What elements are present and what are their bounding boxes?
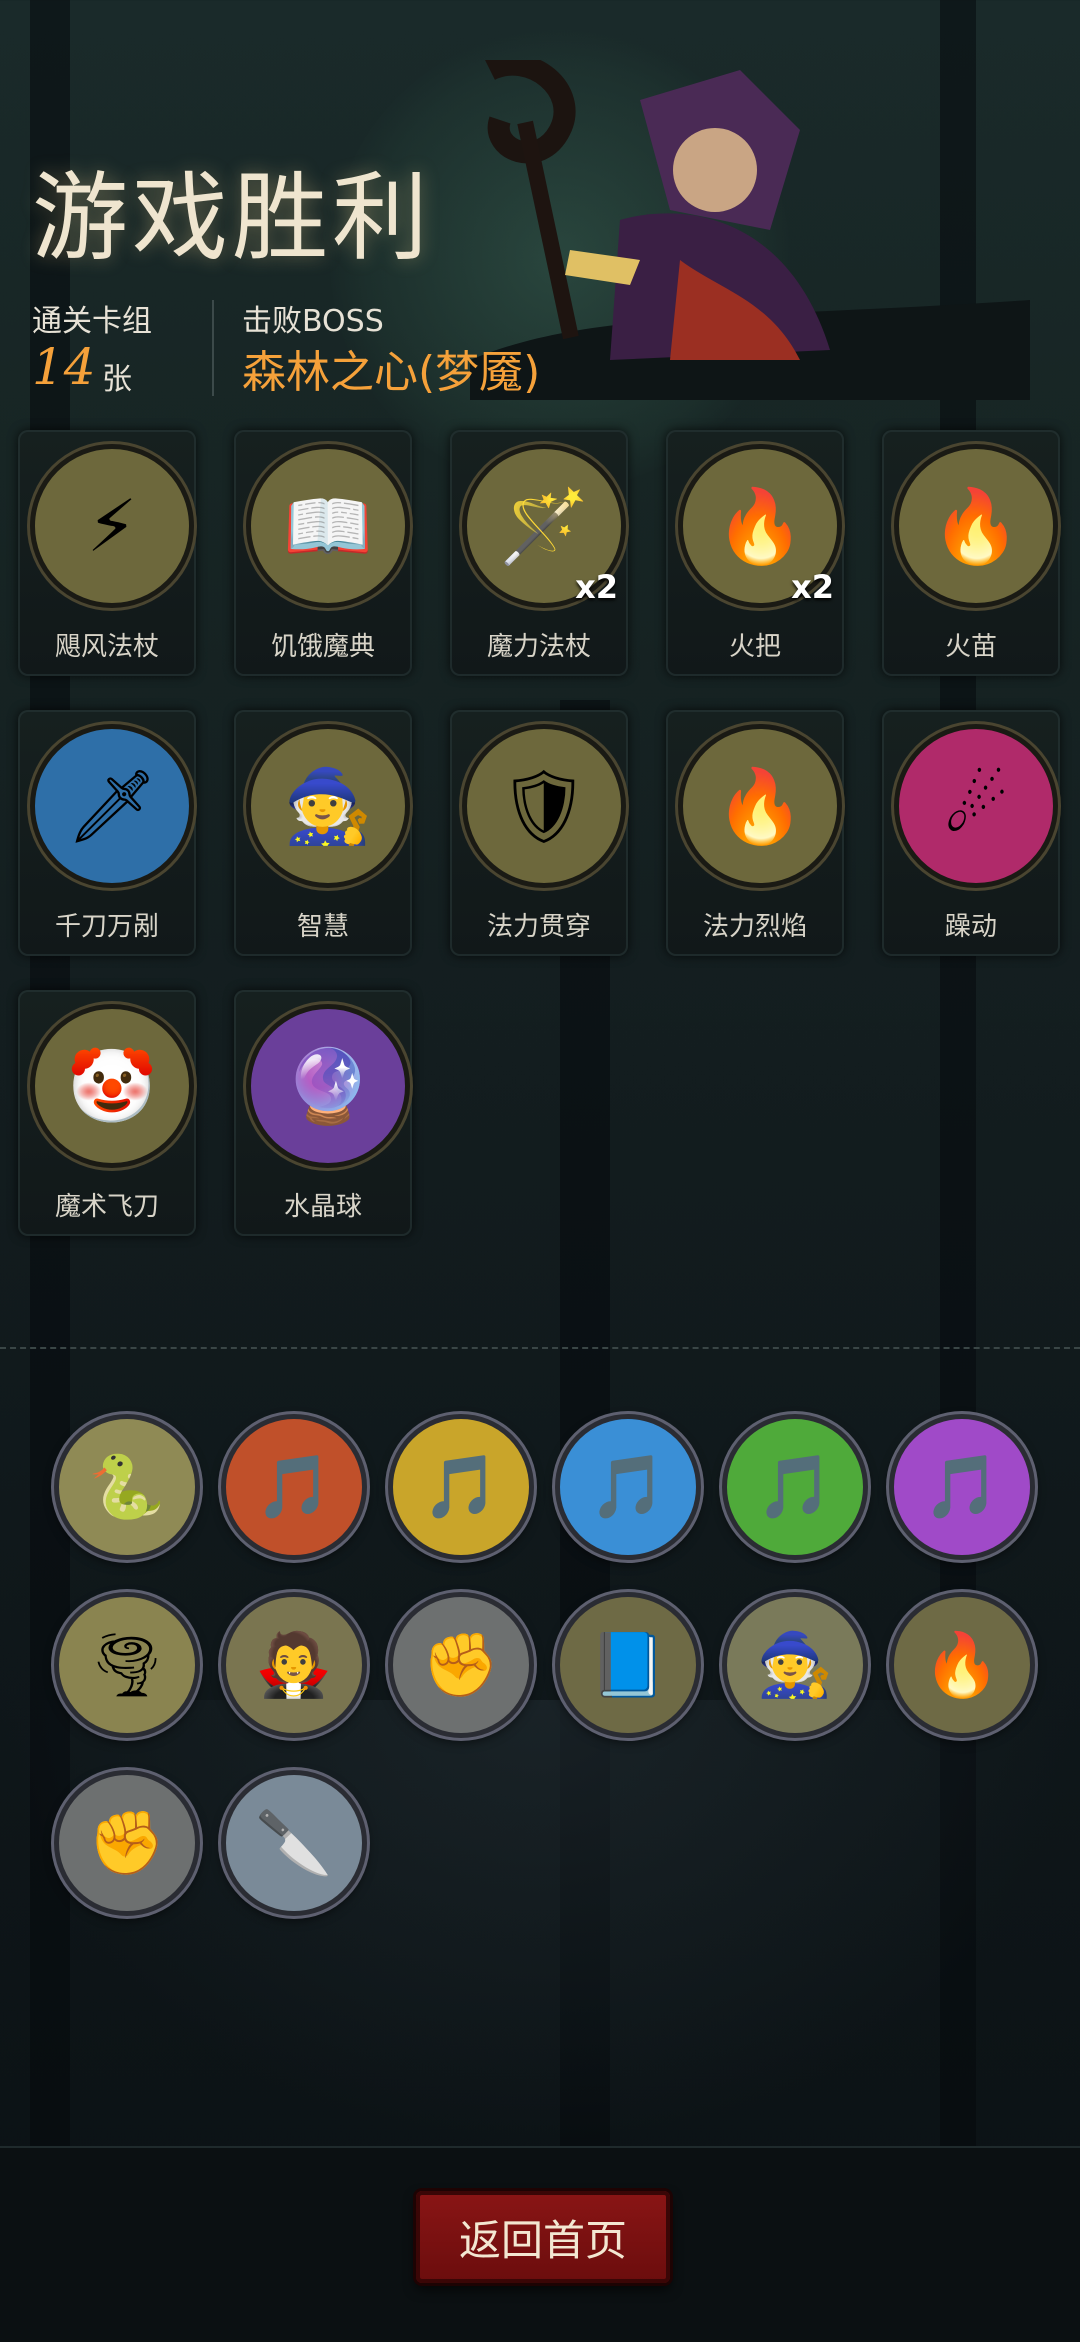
card-name: 魔术飞刀 (54, 1192, 159, 1222)
blades-storm-icon: 🗡 (30, 724, 194, 888)
wizard-icon[interactable]: 🧙 (722, 1592, 868, 1738)
card-name: 法力贯穿 (486, 912, 591, 942)
card-name: 水晶球 (283, 1192, 362, 1222)
sealed-book-icon[interactable]: 📘 (555, 1592, 701, 1738)
card-item[interactable]: 🤡 魔术飞刀 (18, 990, 196, 1236)
card-name: 火苗 (944, 632, 997, 662)
hungry-tome-icon: 📖 (246, 444, 410, 608)
boss-label: 击败BOSS (242, 304, 384, 339)
vampire-icon[interactable]: 🧛 (221, 1592, 367, 1738)
dagger-icon[interactable]: 🔪 (221, 1770, 367, 1916)
card-item[interactable]: 📖 饥饿魔典 (234, 430, 412, 676)
card-name: 躁动 (944, 912, 997, 942)
section-divider (0, 1347, 1080, 1349)
singing-skull-yellow-icon[interactable]: 🎵 (388, 1414, 534, 1560)
staff-lightning-icon: ⚡ (30, 444, 194, 608)
card-item[interactable]: 🔥 法力烈焰 (666, 710, 844, 956)
bleeding-fist-icon[interactable]: ✊ (388, 1592, 534, 1738)
whirlwind-icon[interactable]: 🌪 (54, 1592, 200, 1738)
witch-hero-illustration (470, 60, 1030, 400)
deck-label: 通关卡组 (32, 304, 152, 339)
card-name: 千刀万剐 (54, 912, 159, 942)
card-item[interactable]: 🔮 水晶球 (234, 990, 412, 1236)
blue-campfire-icon[interactable]: 🔥 (889, 1592, 1035, 1738)
card-item[interactable]: ☄ 躁动 (882, 710, 1060, 956)
card-count-badge: x2 (791, 568, 834, 606)
crystal-ball-icon: 🔮 (246, 1004, 410, 1168)
singing-skull-red-icon[interactable]: 🎵 (221, 1414, 367, 1560)
card-item[interactable]: 🧙 智慧 (234, 710, 412, 956)
singing-skull-green-icon[interactable]: 🎵 (722, 1414, 868, 1560)
victory-title: 游戏胜利 (32, 162, 432, 274)
card-name: 法力烈焰 (702, 912, 807, 942)
flame-hand-icon: 🔥 (894, 444, 1058, 608)
card-item[interactable]: 🛡 法力贯穿 (450, 710, 628, 956)
card-name: 魔力法杖 (486, 632, 591, 662)
card-item[interactable]: 🗡 千刀万剐 (18, 710, 196, 956)
stat-divider (212, 300, 214, 396)
deck-count: 14 (32, 338, 96, 396)
card-count-badge: x2 (575, 568, 618, 606)
card-name: 飓风法杖 (54, 632, 159, 662)
card-item[interactable]: 🪄 x2 魔力法杖 (450, 430, 628, 676)
bleeding-fist-icon[interactable]: ✊ (54, 1770, 200, 1916)
card-item[interactable]: ⚡ 飓风法杖 (18, 430, 196, 676)
singing-skull-purple-icon[interactable]: 🎵 (889, 1414, 1035, 1560)
juggler-knives-icon: 🤡 (30, 1004, 194, 1168)
mana-pierce-icon: 🛡 (462, 724, 626, 888)
card-item[interactable]: 🔥 x2 火把 (666, 430, 844, 676)
card-name: 饥饿魔典 (270, 632, 375, 662)
frenzy-icon: ☄ (894, 724, 1058, 888)
card-name: 火把 (728, 632, 781, 662)
deck-unit: 张 (102, 362, 132, 397)
card-item[interactable]: 🔥 火苗 (882, 430, 1060, 676)
background-ground (0, 1700, 1080, 2150)
wise-sage-icon: 🧙 (246, 724, 410, 888)
card-name: 智慧 (296, 912, 349, 942)
serpent-tentacle-icon[interactable]: 🐍 (54, 1414, 200, 1560)
return-home-button[interactable]: 返回首页 (416, 2191, 670, 2283)
mana-blaze-icon: 🔥 (678, 724, 842, 888)
singing-skull-blue-icon[interactable]: 🎵 (555, 1414, 701, 1560)
boss-name: 森林之心(梦魇) (242, 347, 541, 398)
